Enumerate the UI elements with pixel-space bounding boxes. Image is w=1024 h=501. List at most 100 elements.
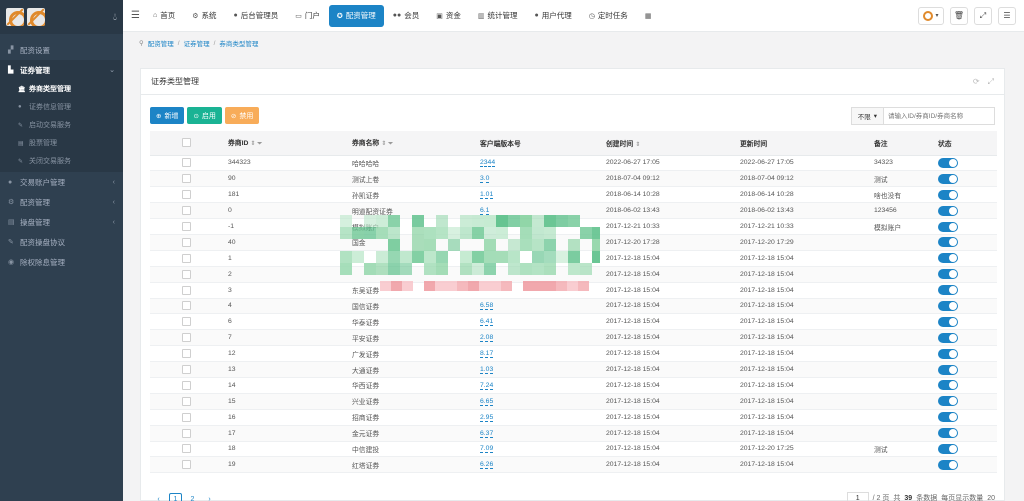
refresh-icon[interactable]: ⟳ — [973, 77, 980, 87]
filter-select[interactable]: 不限 ▾ — [850, 107, 883, 125]
row-checkbox[interactable] — [181, 317, 191, 327]
delete-cache-button[interactable]: 🗑︎ — [950, 6, 968, 25]
add-button[interactable]: ⊕ 新增 — [150, 107, 185, 124]
table-row[interactable]: 2 2017-12-18 15:04 2017-12-18 15:04 — [150, 266, 997, 283]
sidebar-subitem-stocks[interactable]: ▤ 股票管理 — [0, 134, 123, 152]
table-row[interactable]: 3 东吴证券 2017-12-18 15:04 2017-12-18 15:04 — [150, 282, 997, 299]
table-row[interactable]: 90 测试上卷 3.0 2018-07-04 09:12 2018-07-04 09:1… — [150, 170, 997, 188]
status-toggle[interactable] — [938, 300, 958, 311]
sidebar-item-agreement[interactable]: ✎ 配资操盘协议 — [0, 232, 123, 252]
table-row[interactable]: 7 平安证券 2.08 2017-12-18 15:04 2017-12-18 15:0… — [150, 329, 997, 347]
tab-more[interactable]: ▦ — [637, 5, 660, 27]
version-edit-link[interactable]: 6.58 — [480, 302, 494, 311]
sidebar-subitem-stop-service[interactable]: ✎ 关闭交易服务 — [0, 152, 123, 170]
table-row[interactable]: 14 华西证券 7.24 2017-12-18 15:04 2017-12-18 15:… — [150, 377, 997, 394]
status-toggle[interactable] — [938, 173, 958, 184]
status-toggle[interactable] — [938, 316, 958, 327]
version-edit-link[interactable]: 6.41 — [480, 318, 494, 327]
status-toggle[interactable] — [938, 380, 958, 391]
tab-system[interactable]: ⚙ 系统 — [184, 5, 224, 27]
sort-icon[interactable]: ⇕ — [250, 141, 255, 147]
row-checkbox[interactable] — [181, 428, 191, 438]
table-row[interactable]: 13 大通证券 1.03 2017-12-18 15:04 2017-12-18 15:… — [150, 361, 997, 378]
column-header-broker-name[interactable]: 券商名称 ⇕ ⏷ — [346, 131, 474, 156]
status-toggle[interactable] — [938, 269, 958, 280]
row-checkbox[interactable] — [181, 444, 191, 454]
sidebar-item-funding[interactable]: ⚙ 配资管理 ‹ — [0, 192, 123, 212]
sidebar-item-trading[interactable]: ▤ 操盘管理 ‹ — [0, 212, 123, 232]
version-edit-link[interactable]: 6.37 — [480, 429, 494, 438]
table-row[interactable]: 344323 哈哈哈哈 2344 2022-06-27 17:05 2022-06-27… — [150, 155, 997, 172]
search-input[interactable] — [883, 107, 995, 125]
sidebar-item-funding-settings[interactable]: ▞ 配资设置 — [0, 40, 123, 60]
status-toggle[interactable] — [938, 157, 958, 168]
column-header-remark[interactable]: 备注 — [868, 131, 932, 156]
table-row[interactable]: 15 兴业证券 6.65 2017-12-18 15:04 2017-12-18 15:… — [150, 393, 997, 410]
breadcrumb-item[interactable]: 配资管理 — [148, 38, 174, 48]
table-row[interactable]: 16 招商证券 2.95 2017-12-18 15:04 2017-12-18 15:… — [150, 409, 997, 426]
prev-page-button[interactable]: ‹ — [152, 493, 165, 501]
status-toggle[interactable] — [938, 253, 958, 264]
per-page-select[interactable]: 20 — [987, 495, 995, 501]
status-toggle[interactable] — [938, 396, 958, 407]
table-row[interactable]: 12 广发证券 8.17 2017-12-18 15:04 2017-12-18 15:… — [150, 345, 997, 363]
sidebar-item-trading-accounts[interactable]: ● 交易账户管理 ‹ — [0, 172, 123, 192]
filter-icon[interactable]: ⏷ — [257, 141, 262, 147]
filter-icon[interactable]: ⏷ — [388, 141, 393, 147]
tab-statistics[interactable]: ▥ 统计管理 — [470, 5, 526, 27]
status-toggle[interactable] — [938, 459, 958, 470]
table-row[interactable]: -1 模拟账户 2017-12-21 10:33 2017-12-21 10:33 模拟… — [150, 218, 997, 235]
version-edit-link[interactable]: 2344 — [480, 159, 496, 168]
sidebar-subitem-start-service[interactable]: ✎ 启动交易服务 — [0, 116, 123, 134]
sort-icon[interactable]: ⇕ — [381, 141, 386, 147]
table-row[interactable]: 18 中信建投 7.09 2017-12-18 15:04 2017-12-20 17:… — [150, 441, 997, 458]
user-avatar-dropdown[interactable]: ▾ — [918, 6, 944, 25]
tab-admin[interactable]: ● 后台管理员 — [226, 5, 287, 27]
column-header-created-at[interactable]: 创建时间 ⇕ — [600, 131, 734, 156]
column-header-updated-at[interactable]: 更新时间 — [734, 131, 868, 156]
version-edit-link[interactable]: 8.17 — [480, 350, 494, 359]
row-checkbox[interactable] — [181, 190, 191, 200]
table-row[interactable]: 181 孙凯证券 1.01 2018-06-14 10:28 2018-06-14 10… — [150, 186, 997, 204]
tab-funds[interactable]: ▣ 资金 — [428, 5, 469, 27]
table-row[interactable]: 19 红塔证券 6.26 2017-12-18 15:04 2017-12-18 15:… — [150, 456, 997, 474]
column-header-client-version[interactable]: 客户端版本号 — [474, 131, 600, 156]
row-checkbox[interactable] — [181, 365, 191, 375]
row-checkbox[interactable] — [181, 460, 191, 470]
row-checkbox[interactable] — [181, 206, 191, 216]
version-edit-link[interactable]: 2.95 — [480, 413, 494, 422]
version-edit-link[interactable]: 1.03 — [480, 366, 494, 375]
table-row[interactable]: 4 国信证券 6.58 2017-12-18 15:04 2017-12-18 15:0… — [150, 298, 997, 315]
sort-icon[interactable]: ⇕ — [635, 142, 640, 148]
status-toggle[interactable] — [938, 443, 958, 454]
row-checkbox[interactable] — [181, 285, 191, 295]
status-toggle[interactable] — [938, 348, 958, 359]
version-edit-link[interactable]: 2.08 — [480, 334, 494, 343]
column-header-status[interactable]: 状态 — [932, 131, 997, 156]
tab-funding[interactable]: ✪ 配资管理 — [328, 4, 384, 27]
version-edit-link[interactable]: 6.1 — [480, 207, 490, 216]
status-toggle[interactable] — [938, 285, 958, 296]
column-header-broker-id[interactable]: 券商ID ⇕ ⏷ — [222, 131, 346, 156]
row-checkbox[interactable] — [181, 222, 191, 231]
menu-toggle-icon[interactable]: ☰ — [131, 10, 145, 21]
version-edit-link[interactable]: 6.26 — [480, 461, 494, 470]
row-checkbox[interactable] — [181, 333, 191, 343]
row-checkbox[interactable] — [181, 174, 191, 184]
row-checkbox[interactable] — [181, 158, 191, 168]
row-checkbox[interactable] — [181, 253, 191, 263]
tab-members[interactable]: ●● 会员 — [385, 5, 427, 27]
disable-button[interactable]: ⊘ 禁用 — [224, 107, 260, 124]
version-edit-link[interactable]: 7.24 — [480, 381, 494, 390]
version-edit-link[interactable]: 7.09 — [480, 445, 494, 454]
row-checkbox[interactable] — [181, 412, 191, 422]
status-toggle[interactable] — [938, 237, 958, 248]
row-checkbox[interactable] — [181, 396, 191, 406]
water-drop-icon[interactable]: 💧︎ — [113, 12, 117, 23]
row-checkbox[interactable] — [181, 269, 191, 279]
page-2-button[interactable]: 2 — [186, 493, 199, 501]
menu-button[interactable]: ☰ — [998, 6, 1016, 25]
fullscreen-button[interactable]: ⤢ — [974, 6, 992, 25]
tab-home[interactable]: ⌂ 首页 — [145, 5, 183, 27]
sidebar-item-ex-rights[interactable]: ◉ 除权除息管理 — [0, 252, 123, 272]
